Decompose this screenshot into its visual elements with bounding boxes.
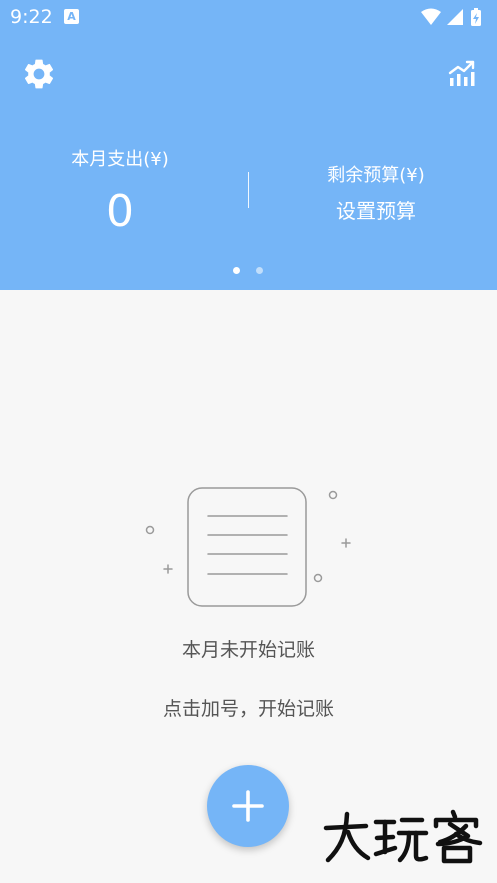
watermark-text xyxy=(323,809,483,864)
page-dot-inactive[interactable] xyxy=(256,267,263,274)
document-lines-icon xyxy=(145,487,351,607)
watermark-logo xyxy=(318,806,488,866)
settings-button[interactable] xyxy=(21,56,57,92)
wifi-icon xyxy=(421,8,441,25)
month-expense-label: 本月支出(¥) xyxy=(71,149,169,170)
trend-chart-icon xyxy=(448,60,475,86)
set-budget-button[interactable]: 设置预算 xyxy=(306,198,446,224)
remaining-budget-label: 剩余预算(¥) xyxy=(327,165,425,186)
empty-state-title: 本月未开始记账 xyxy=(181,639,315,661)
page-dot-active xyxy=(233,267,240,274)
month-expense-value: 0 xyxy=(106,186,134,237)
notification-app-icon: A xyxy=(64,9,79,24)
empty-state-illustration xyxy=(140,480,360,615)
header-panel: 9:22 A 本月支出(¥) 0 剩余预算(¥) 设置预算 xyxy=(0,0,497,290)
summary-divider xyxy=(248,172,249,208)
add-record-button[interactable] xyxy=(207,765,289,847)
status-bar: 9:22 A xyxy=(0,0,497,34)
statistics-button[interactable] xyxy=(446,56,480,90)
status-time: 9:22 xyxy=(10,6,53,28)
gear-icon xyxy=(24,59,54,89)
empty-state-hint: 点击加号，开始记账 xyxy=(162,698,334,720)
plus-icon xyxy=(232,790,264,822)
cell-signal-icon xyxy=(447,9,463,25)
page-indicator xyxy=(0,267,497,277)
signal-wifi-battery-icons xyxy=(421,8,481,26)
status-icons xyxy=(419,6,489,28)
